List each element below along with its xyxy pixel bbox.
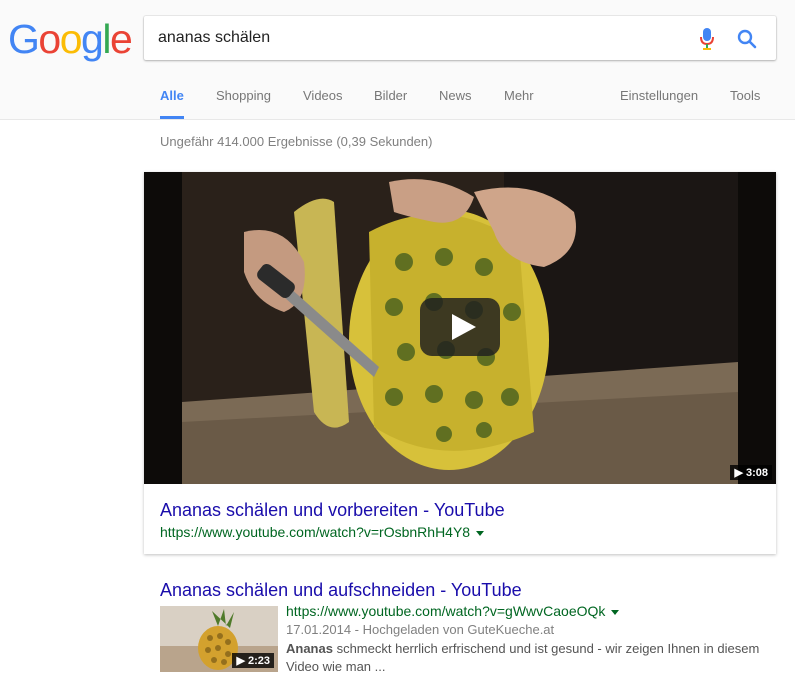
video-duration: ▶ 3:08 [730, 465, 772, 480]
tab-mehr[interactable]: Mehr [504, 80, 534, 119]
video-duration: ▶ 2:23 [232, 653, 274, 668]
tab-shopping[interactable]: Shopping [216, 80, 271, 119]
result-snippet: Ananas schmeckt herrlich erfrischend und… [286, 640, 766, 676]
video-result-card: ▶ 3:08 Ananas schälen und vorbereiten - … [144, 172, 776, 554]
google-logo[interactable]: Google [8, 14, 133, 64]
microphone-icon[interactable] [700, 28, 714, 50]
snippet-text: schmeckt herrlich erfrischend und ist ge… [286, 641, 760, 674]
tab-einstellungen[interactable]: Einstellungen [620, 80, 698, 119]
chevron-down-icon[interactable] [476, 530, 485, 536]
result-url: https://www.youtube.com/watch?v=rOsbnRhH… [160, 524, 485, 540]
result-url-text: https://www.youtube.com/watch?v=rOsbnRhH… [160, 524, 471, 540]
search-tabs: Alle Shopping Videos Bilder News Mehr Ei… [0, 80, 795, 119]
result-meta: 17.01.2014 - Hochgeladen von GuteKueche.… [286, 622, 555, 637]
video-player[interactable]: ▶ 3:08 [144, 172, 776, 484]
tab-videos[interactable]: Videos [303, 80, 343, 119]
logo-letter: o [59, 16, 83, 62]
video-thumbnail-small[interactable]: ▶ 2:23 [160, 606, 278, 672]
result-url: https://www.youtube.com/watch?v=gWwvCaoe… [286, 603, 620, 619]
snippet-highlight: Ananas [286, 641, 333, 656]
play-button[interactable] [420, 298, 500, 356]
search-input[interactable] [158, 16, 678, 60]
logo-letter: o [38, 16, 61, 62]
play-icon [452, 314, 476, 340]
result-title-link[interactable]: Ananas schälen und aufschneiden - YouTub… [160, 580, 522, 601]
logo-letter: G [8, 16, 40, 62]
tab-tools[interactable]: Tools [730, 80, 760, 119]
header: Google Alle Shopping Videos Bilder News … [0, 0, 795, 120]
logo-letter: l [102, 16, 111, 62]
result-stats: Ungefähr 414.000 Ergebnisse (0,39 Sekund… [160, 134, 433, 149]
result-url-text: https://www.youtube.com/watch?v=gWwvCaoe… [286, 603, 606, 619]
chevron-down-icon[interactable] [611, 609, 620, 615]
search-icon[interactable] [736, 28, 758, 50]
tab-alle[interactable]: Alle [160, 80, 184, 119]
logo-letter: g [81, 16, 104, 62]
search-box [144, 16, 776, 60]
result-title-link[interactable]: Ananas schälen und vorbereiten - YouTube [160, 500, 505, 521]
tab-bilder[interactable]: Bilder [374, 80, 407, 119]
logo-letter: e [109, 16, 133, 62]
tab-news[interactable]: News [439, 80, 472, 119]
